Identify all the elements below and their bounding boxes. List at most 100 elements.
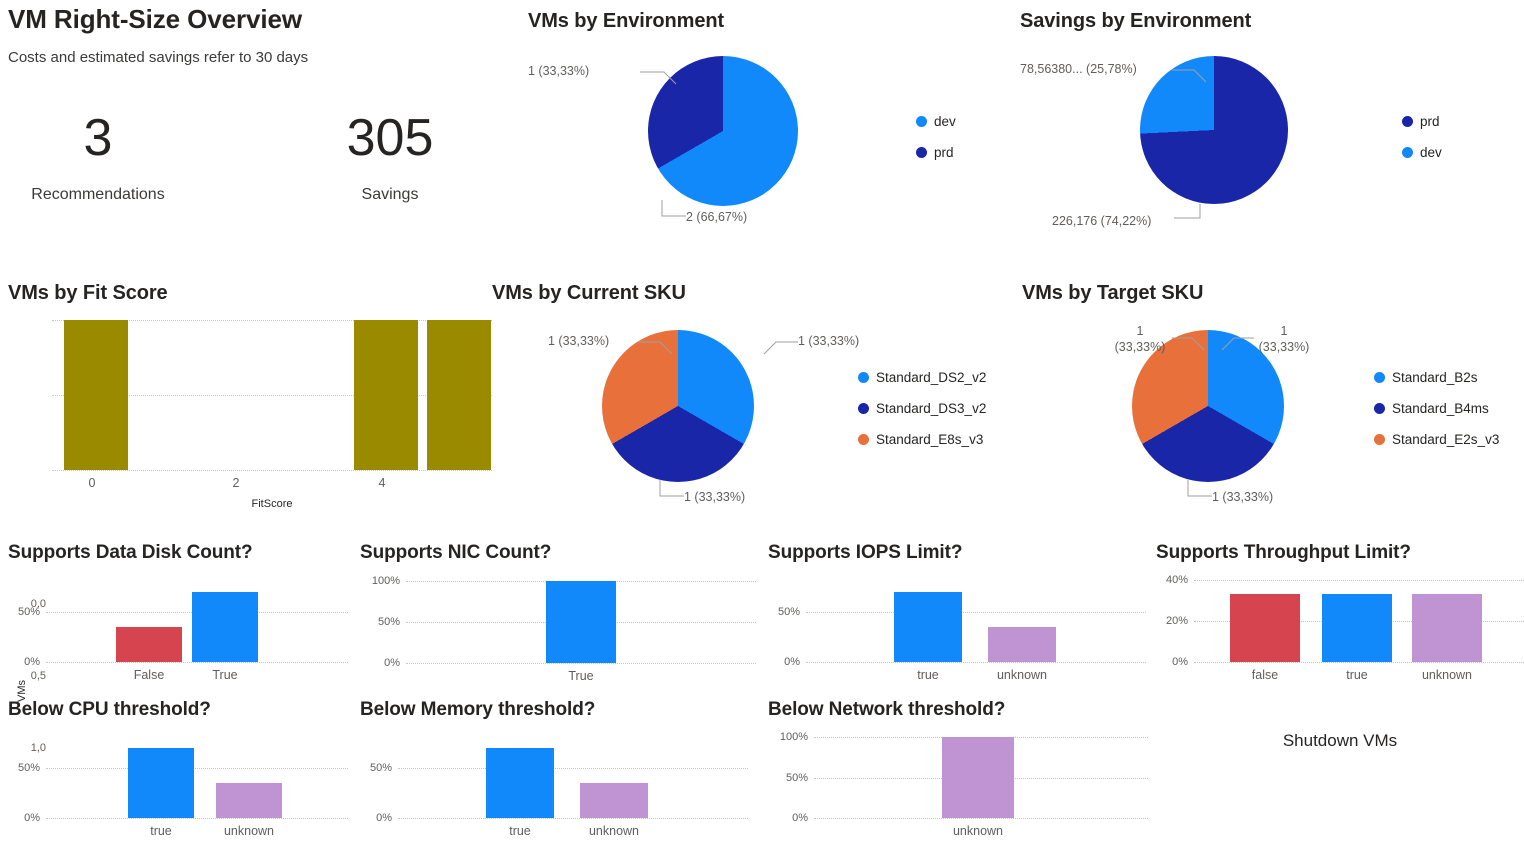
legend-swatch-icon (1374, 372, 1385, 383)
y-tick-label: 0% (24, 656, 40, 668)
chart-legend[interactable]: dev prd (916, 114, 956, 160)
legend-swatch-icon (1374, 434, 1385, 445)
legend-item-standard-b2s[interactable]: Standard_B2s (1374, 370, 1499, 385)
bar[interactable] (988, 627, 1056, 662)
chart-title: Savings by Environment (1020, 10, 1252, 32)
chart-supports-nic-count[interactable]: Supports NIC Count? 100% 50% 0% True (360, 542, 760, 690)
gridline (406, 663, 756, 664)
pie-label-dev: 2 (66,67%) (686, 210, 748, 224)
x-tick-label: unknown (952, 824, 1004, 838)
legend-item-standard-ds3-v2[interactable]: Standard_DS3_v2 (858, 401, 986, 416)
pie-chart[interactable] (1140, 56, 1288, 204)
leader-line-icon (638, 341, 673, 355)
legend-swatch-icon (858, 372, 869, 383)
legend-item-standard-b4ms[interactable]: Standard_B4ms (1374, 401, 1499, 416)
bar[interactable] (354, 320, 418, 470)
legend-item-standard-e8s-v3[interactable]: Standard_E8s_v3 (858, 432, 986, 447)
chart-below-memory-threshold[interactable]: Below Memory threshold? 50% 0% true unkn… (360, 699, 760, 849)
chart-below-network-threshold[interactable]: Below Network threshold? 100% 50% 0% unk… (768, 699, 1148, 849)
legend-item-standard-ds2-v2[interactable]: Standard_DS2_v2 (858, 370, 986, 385)
leader-line-icon (661, 200, 686, 217)
chart-legend[interactable]: Standard_B2s Standard_B4ms Standard_E2s_… (1374, 370, 1499, 447)
gridline (1194, 662, 1524, 663)
pie-chart[interactable] (602, 330, 754, 482)
y-tick-label: 100% (779, 731, 808, 743)
bar[interactable] (1230, 594, 1300, 662)
x-tick-label: 0 (88, 476, 96, 490)
y-tick-label: 0% (24, 812, 40, 824)
y-tick-label: 50% (377, 616, 400, 628)
legend-item-prd[interactable]: prd (916, 145, 956, 160)
gridline (46, 768, 348, 769)
plot-area (806, 584, 1146, 663)
x-tick-label: true (150, 824, 172, 838)
bar[interactable] (427, 320, 491, 470)
legend-label: Standard_B4ms (1392, 401, 1489, 416)
chart-title: Supports IOPS Limit? (768, 542, 963, 563)
bar[interactable] (894, 592, 962, 662)
leader-line-icon (1174, 204, 1201, 219)
plot-area (46, 584, 348, 663)
bar[interactable] (128, 748, 194, 818)
chart-vms-by-current-sku[interactable]: VMs by Current SKU 1 (33,33%) 1 (33,33%)… (492, 282, 1012, 517)
bar[interactable] (116, 627, 182, 662)
chart-title: Supports Throughput Limit? (1156, 542, 1411, 563)
x-tick-label: true (917, 668, 939, 682)
chart-title: Supports Data Disk Count? (8, 542, 253, 563)
x-tick-label: False (133, 668, 165, 682)
leader-line-icon (763, 341, 798, 355)
chart-vms-by-environment[interactable]: VMs by Environment 1 (33,33%) 2 (66,67%)… (528, 10, 998, 250)
gridline (814, 818, 1148, 819)
legend-swatch-icon (1402, 147, 1413, 158)
legend-item-dev[interactable]: dev (1402, 145, 1442, 160)
chart-below-cpu-threshold[interactable]: Below CPU threshold? 50% 0% true unknown (8, 699, 348, 849)
gridline (398, 768, 748, 769)
legend-item-prd[interactable]: prd (1402, 114, 1442, 129)
bar[interactable] (216, 783, 282, 818)
chart-legend[interactable]: prd dev (1402, 114, 1442, 160)
chart-vms-by-target-sku[interactable]: VMs by Target SKU 1 (33,33%) 1 (33,33%) … (1022, 282, 1524, 517)
legend-swatch-icon (1402, 116, 1413, 127)
kpi-recommendations-label: Recommendations (31, 186, 165, 203)
bar[interactable] (546, 581, 616, 663)
pie-label-prd: 1 (33,33%) (528, 64, 590, 78)
legend-item-dev[interactable]: dev (916, 114, 956, 129)
bar[interactable] (1322, 594, 1392, 662)
chart-supports-throughput-limit[interactable]: Supports Throughput Limit? 40% 20% 0% fa… (1156, 542, 1524, 690)
kpi-savings[interactable]: 305 Savings (300, 112, 480, 204)
gridline (52, 470, 492, 471)
kpi-row: 3 Recommendations 305 Savings (8, 112, 480, 204)
leader-line-icon (1172, 69, 1207, 83)
bar[interactable] (580, 783, 648, 818)
bar[interactable] (942, 737, 1014, 818)
legend-label: Standard_DS2_v2 (876, 370, 987, 385)
legend-label: dev (934, 114, 956, 129)
pie-label-b4ms: 1 (33,33%) (1212, 490, 1274, 504)
chart-supports-iops-limit[interactable]: Supports IOPS Limit? 50% 0% true unknown (768, 542, 1148, 690)
pie-label-dev: 78,56380... (25,78%) (1020, 62, 1137, 76)
panel-shutdown-vms[interactable]: Shutdown VMs (1156, 699, 1524, 849)
kpi-recommendations[interactable]: 3 Recommendations (8, 112, 188, 204)
x-tick-label: unknown (223, 824, 275, 838)
legend-item-standard-e2s-v3[interactable]: Standard_E2s_v3 (1374, 432, 1499, 447)
gridline (1194, 580, 1524, 581)
y-tick-label: 50% (777, 606, 800, 618)
legend-swatch-icon (858, 434, 869, 445)
legend-swatch-icon (858, 403, 869, 414)
x-tick-label: 4 (378, 476, 386, 490)
gridline (806, 662, 1146, 663)
chart-supports-data-disk-count[interactable]: Supports Data Disk Count? 50% 0% False T… (8, 542, 348, 690)
chart-legend[interactable]: Standard_DS2_v2 Standard_DS3_v2 Standard… (858, 370, 986, 447)
gridline (46, 818, 348, 819)
y-tick-label: 0% (1172, 656, 1188, 668)
x-axis-title: FitScore (251, 498, 293, 510)
pie-label-ds3: 1 (33,33%) (684, 490, 746, 504)
chart-savings-by-environment[interactable]: Savings by Environment 78,56380... (25,7… (1020, 10, 1520, 250)
chart-vms-by-fit-score[interactable]: VMs by Fit Score 0,0 0,5 1,0 VMs 0 2 4 F… (8, 282, 492, 754)
pie-slices (602, 330, 754, 482)
pie-label-e8s: 1 (33,33%) (548, 334, 610, 348)
bar[interactable] (1412, 594, 1482, 662)
bar[interactable] (486, 748, 554, 818)
bar[interactable] (192, 592, 258, 662)
bar[interactable] (64, 320, 128, 470)
